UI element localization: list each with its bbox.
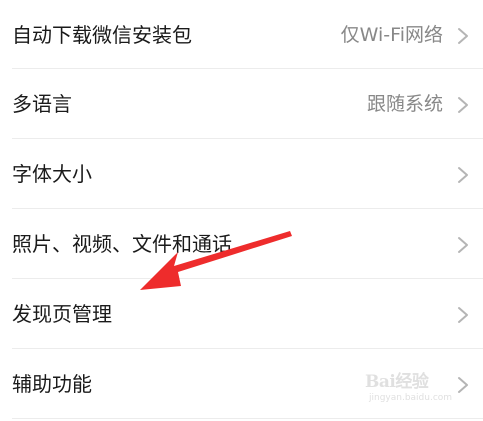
settings-item-font-size[interactable]: 字体大小 (0, 139, 483, 209)
settings-item-value: 跟随系统 (366, 93, 443, 115)
settings-item-media-files[interactable]: 照片、视频、文件和通话 (0, 209, 483, 279)
settings-item-label: 多语言 (12, 92, 72, 116)
watermark-brand: Bai经验 (365, 372, 429, 392)
chevron-right-icon (458, 167, 468, 183)
settings-item-auto-download[interactable]: 自动下载微信安装包 仅Wi-Fi网络 (0, 0, 483, 70)
settings-list: 自动下载微信安装包 仅Wi-Fi网络 多语言 跟随系统 字体大小 照片、视频、文… (0, 0, 483, 421)
chevron-right-icon (458, 307, 468, 323)
settings-item-discover-management[interactable]: 发现页管理 (0, 279, 483, 349)
chevron-right-icon (458, 97, 468, 113)
settings-item-label: 发现页管理 (12, 302, 112, 326)
settings-item-label: 照片、视频、文件和通话 (12, 232, 232, 256)
settings-item-value: 仅Wi-Fi网络 (340, 24, 443, 46)
settings-item-label: 字体大小 (12, 162, 92, 186)
settings-item-language[interactable]: 多语言 跟随系统 (0, 69, 483, 139)
watermark-url: jingyan.baidu.com (369, 393, 453, 403)
chevron-right-icon (458, 237, 468, 253)
divider (12, 418, 483, 419)
settings-item-label: 自动下载微信安装包 (12, 23, 192, 47)
chevron-right-icon (458, 28, 468, 44)
settings-item-label: 辅助功能 (12, 372, 92, 396)
baidu-jingyan-watermark: Bai经验 jingyan.baidu.com (365, 367, 461, 411)
